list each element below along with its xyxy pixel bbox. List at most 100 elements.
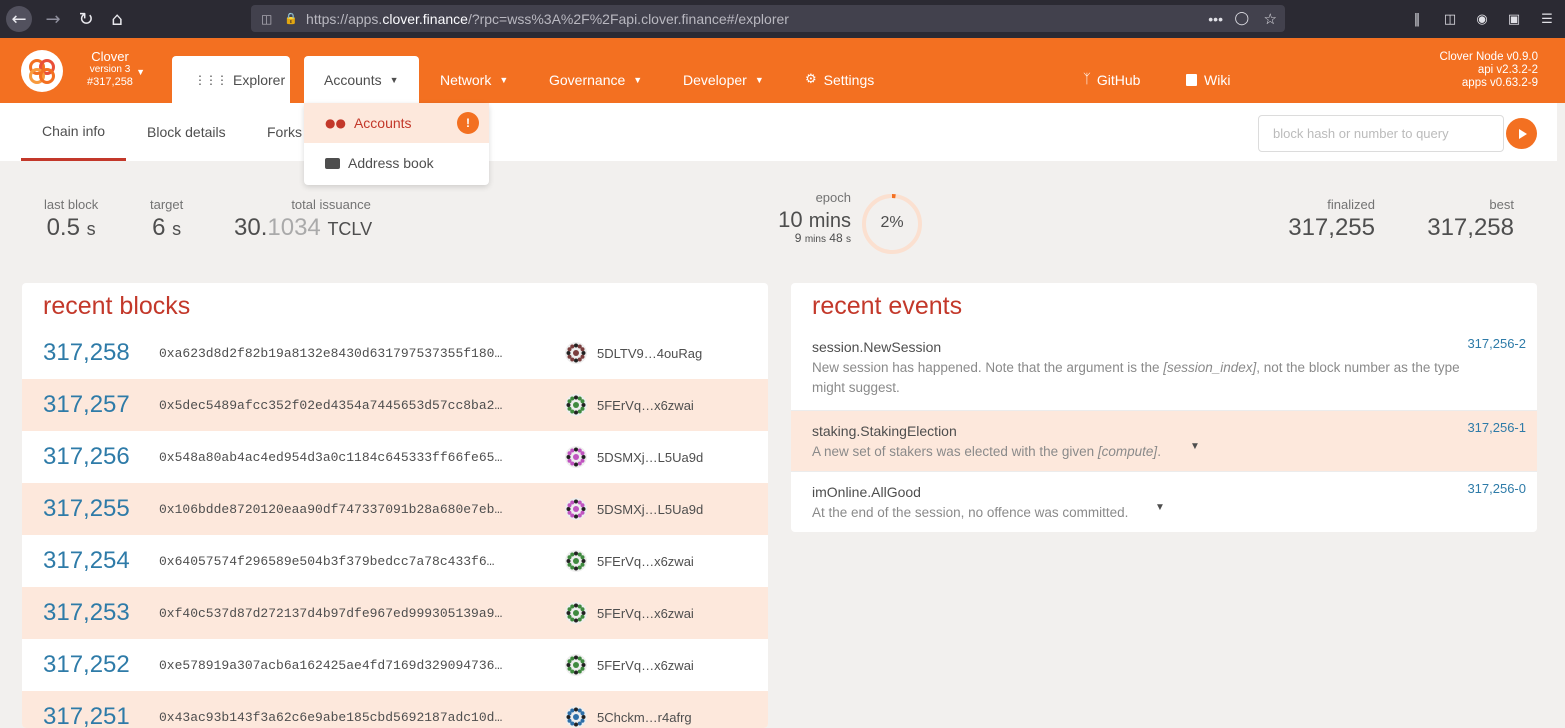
more-actions-icon[interactable]: ••• bbox=[1208, 11, 1223, 27]
block-author[interactable]: 5DLTV9…4ouRag bbox=[597, 346, 702, 361]
tab-network-label: Network bbox=[440, 71, 492, 88]
link-wiki[interactable]: Wiki bbox=[1186, 56, 1230, 103]
tab-chain-info[interactable]: Chain info bbox=[21, 103, 127, 161]
stat-total-issuance: total issuance 30.1034 TCLV bbox=[234, 197, 372, 242]
block-author[interactable]: 5FErVq…x6zwai bbox=[597, 398, 694, 413]
block-number-link[interactable]: 317,256 bbox=[43, 443, 130, 471]
stat-best: best 317,258 bbox=[1424, 197, 1514, 242]
author-identicon[interactable] bbox=[565, 342, 587, 364]
menu-item-address-book[interactable]: Address book bbox=[304, 143, 489, 183]
epoch-remaining-mins: 9 bbox=[794, 231, 802, 245]
shield-icon[interactable]: ◫ bbox=[261, 12, 272, 26]
block-number-link[interactable]: 317,251 bbox=[43, 703, 130, 728]
chevron-down-icon: ▼ bbox=[136, 67, 145, 77]
event-row[interactable]: staking.StakingElection A new set of stak… bbox=[791, 410, 1537, 471]
author-identicon[interactable] bbox=[565, 498, 587, 520]
tab-accounts[interactable]: Accounts ▼ bbox=[304, 56, 419, 103]
query-go-button[interactable] bbox=[1506, 118, 1537, 149]
tab-forks[interactable]: Forks bbox=[267, 103, 302, 161]
epoch-remaining-secs: 48 bbox=[829, 231, 843, 245]
tab-explorer[interactable]: ⋮⋮⋮ Explorer bbox=[172, 56, 290, 103]
tab-governance[interactable]: Governance ▼ bbox=[549, 56, 642, 103]
block-author[interactable]: 5Chckm…r4afrg bbox=[597, 710, 692, 725]
block-row: 317,252 0xe578919a307acb6a162425ae4fd7169… bbox=[22, 639, 768, 691]
chevron-down-icon[interactable]: ▼ bbox=[1190, 441, 1200, 452]
chain-selector[interactable]: Clover version 3 #317,258 ▼ bbox=[70, 50, 150, 89]
menu-item-accounts[interactable]: ●● Accounts ! bbox=[304, 103, 489, 143]
address-bar[interactable]: ◫ 🔒 https://apps.clover.finance/?rpc=wss… bbox=[251, 5, 1285, 32]
tab-settings[interactable]: ⚙ Settings bbox=[805, 56, 874, 103]
block-query-input[interactable]: block hash or number to query bbox=[1258, 115, 1504, 152]
stat-epoch-label: epoch bbox=[815, 190, 851, 205]
author-identicon[interactable] bbox=[565, 654, 587, 676]
author-identicon[interactable] bbox=[565, 550, 587, 572]
clover-logo[interactable] bbox=[21, 50, 63, 92]
stat-epoch-remaining: 9 mins 48 s bbox=[776, 231, 851, 245]
chevron-down-icon[interactable]: ▼ bbox=[1155, 502, 1165, 513]
block-row: 317,254 0x64057574f296589e504b3f379bedcc7… bbox=[22, 535, 768, 587]
block-number-link[interactable]: 317,257 bbox=[43, 391, 130, 419]
author-identicon[interactable] bbox=[565, 446, 587, 468]
pocket-icon[interactable]: ◯ bbox=[1234, 11, 1249, 26]
epoch-progress-ring: 2% bbox=[860, 192, 924, 256]
menu-icon[interactable]: ☰ bbox=[1538, 10, 1556, 28]
author-identicon[interactable] bbox=[565, 394, 587, 416]
bookmark-star-icon[interactable]: ☆ bbox=[1264, 10, 1277, 28]
stat-issuance-int: 30. bbox=[234, 214, 268, 241]
tab-settings-label: Settings bbox=[823, 71, 875, 88]
event-block-link[interactable]: 317,256-1 bbox=[1467, 420, 1526, 435]
block-number-link[interactable]: 317,255 bbox=[43, 495, 130, 523]
event-description-text-end: . bbox=[1157, 444, 1161, 459]
author-identicon[interactable] bbox=[565, 602, 587, 624]
tab-network[interactable]: Network ▼ bbox=[440, 56, 508, 103]
forward-button[interactable]: → bbox=[40, 6, 66, 32]
menu-item-accounts-label: Accounts bbox=[353, 115, 412, 131]
block-author[interactable]: 5DSMXj…L5Ua9d bbox=[597, 502, 703, 517]
recent-blocks-card: recent blocks 317,258 0xa623d8d2f82b19a81… bbox=[22, 283, 768, 728]
tab-developer[interactable]: Developer ▼ bbox=[683, 56, 764, 103]
event-description-param: [compute] bbox=[1097, 444, 1158, 459]
stat-issuance-unit: TCLV bbox=[327, 219, 373, 239]
stat-best-value: 317,258 bbox=[1427, 214, 1514, 241]
warning-badge: ! bbox=[457, 112, 479, 134]
extension-icon[interactable]: ▣ bbox=[1505, 10, 1523, 28]
block-number-link[interactable]: 317,252 bbox=[43, 651, 130, 679]
block-number-link[interactable]: 317,258 bbox=[43, 339, 130, 367]
block-author[interactable]: 5FErVq…x6zwai bbox=[597, 606, 694, 621]
block-author[interactable]: 5FErVq…x6zwai bbox=[597, 554, 694, 569]
event-name: session.NewSession bbox=[812, 339, 942, 355]
recent-events-title: recent events bbox=[812, 292, 963, 320]
tab-accounts-label: Accounts bbox=[324, 71, 382, 88]
stat-target: target 6 s bbox=[150, 197, 183, 242]
event-name: imOnline.AllGood bbox=[812, 484, 921, 500]
block-author[interactable]: 5FErVq…x6zwai bbox=[597, 658, 694, 673]
block-number-link[interactable]: 317,253 bbox=[43, 599, 130, 627]
block-number-link[interactable]: 317,254 bbox=[43, 547, 130, 575]
browser-toolbar: ← → ↻ ⌂ ◫ 🔒 https://apps.clover.finance/… bbox=[0, 0, 1565, 38]
sidebar-icon[interactable]: ◫ bbox=[1441, 10, 1459, 28]
event-description-text: At the end of the session, no offence wa… bbox=[812, 505, 1129, 520]
event-row[interactable]: imOnline.AllGood At the end of the sessio… bbox=[791, 471, 1537, 532]
stat-target-label: target bbox=[150, 197, 184, 212]
author-identicon[interactable] bbox=[565, 706, 587, 728]
link-github-label: GitHub bbox=[1096, 71, 1141, 88]
reload-button[interactable]: ↻ bbox=[73, 6, 99, 32]
library-icon[interactable]: ‖ bbox=[1408, 10, 1426, 28]
event-row[interactable]: session.NewSession New session has happen… bbox=[791, 327, 1537, 419]
back-button[interactable]: ← bbox=[6, 6, 32, 32]
home-icon[interactable]: ⌂ bbox=[104, 6, 130, 32]
event-block-link[interactable]: 317,256-2 bbox=[1467, 336, 1526, 351]
stat-epoch: epoch 10 mins 9 mins 48 s bbox=[776, 190, 851, 245]
event-block-link[interactable]: 317,256-0 bbox=[1467, 481, 1526, 496]
block-hash: 0xf40c537d87d272137d4b97dfe967ed99930513… bbox=[159, 605, 503, 621]
chevron-down-icon: ▼ bbox=[754, 74, 764, 85]
link-wiki-label: Wiki bbox=[1204, 71, 1231, 88]
url-text[interactable]: https://apps.clover.finance/?rpc=wss%3A%… bbox=[306, 11, 789, 27]
lock-icon: 🔒 bbox=[284, 12, 299, 25]
tab-block-details[interactable]: Block details bbox=[147, 103, 226, 161]
book-icon bbox=[1186, 73, 1197, 86]
block-author[interactable]: 5DSMXj…L5Ua9d bbox=[597, 450, 703, 465]
link-github[interactable]: ᛉ GitHub bbox=[1083, 56, 1140, 103]
event-description-param: [session_index] bbox=[1163, 360, 1257, 375]
account-icon[interactable]: ◉ bbox=[1473, 10, 1491, 28]
